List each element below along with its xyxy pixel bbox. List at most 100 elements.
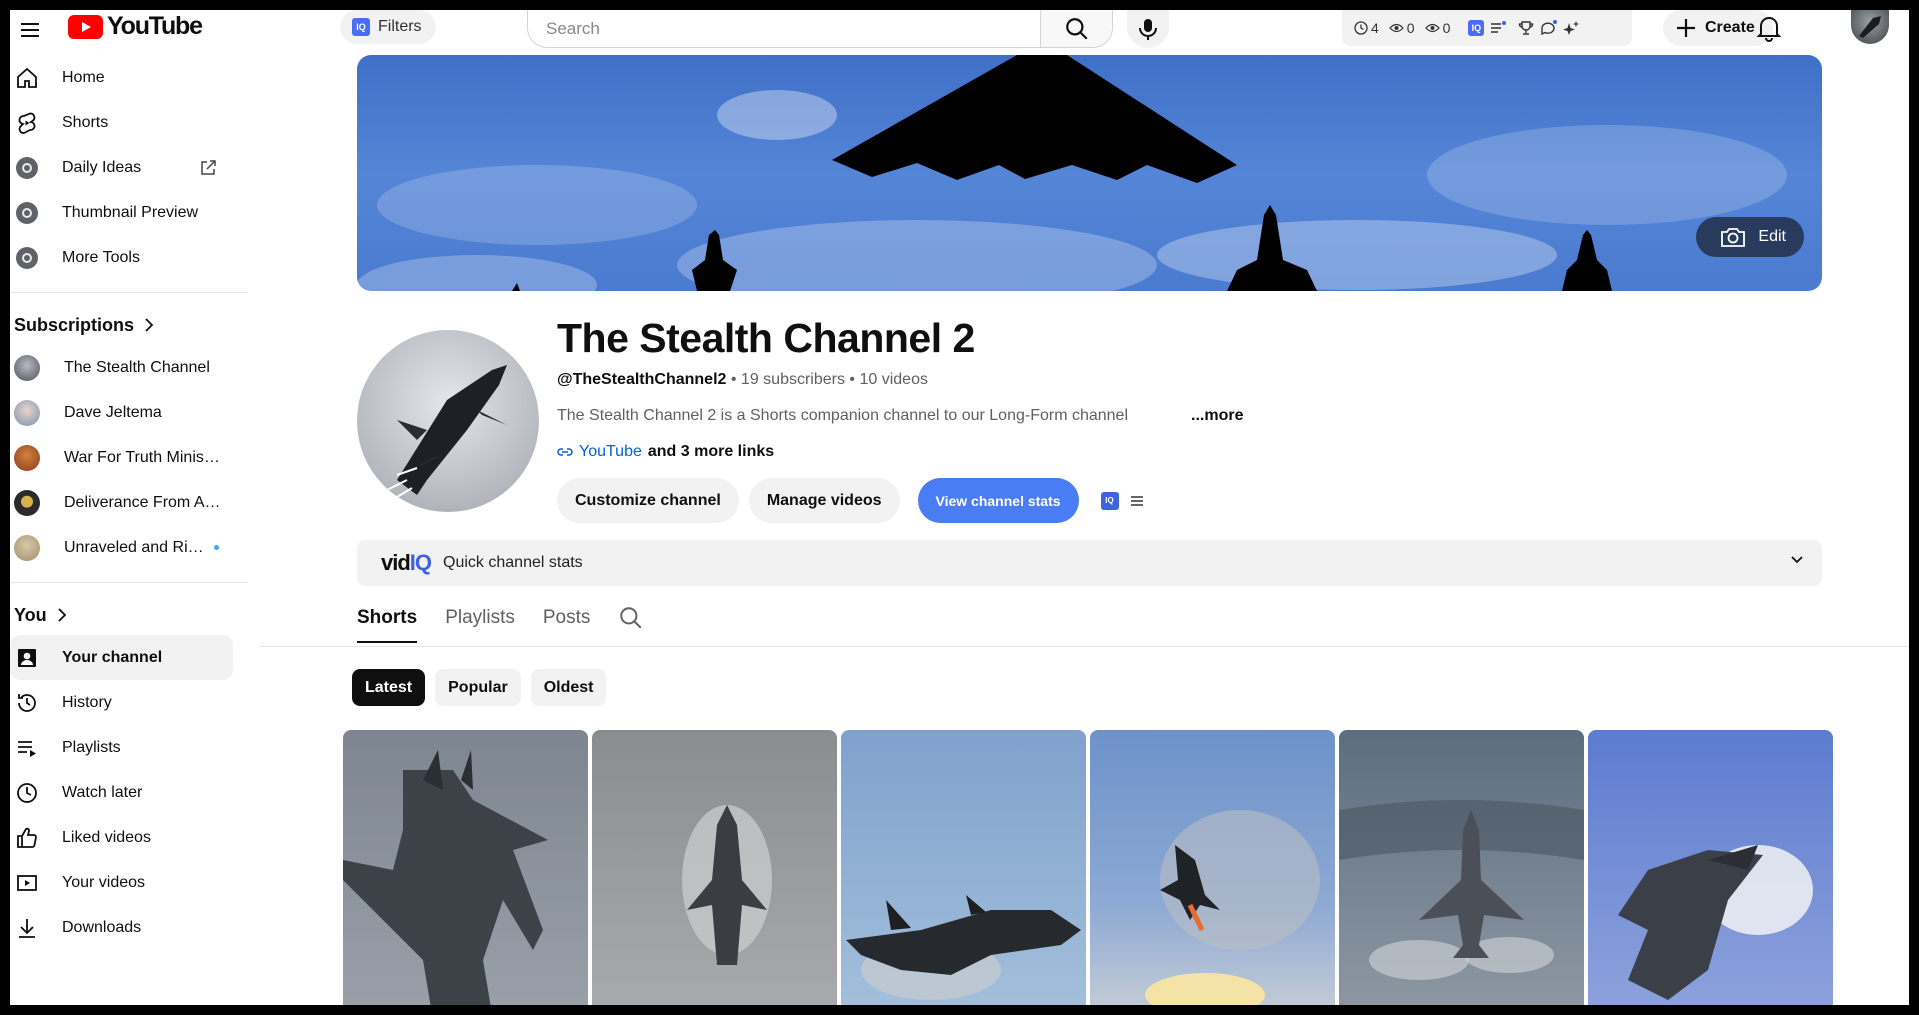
chevron-down-icon[interactable] — [1790, 555, 1804, 565]
sidebar-main-section: Home Shorts Daily Ideas Thumbnail Previe… — [10, 55, 250, 280]
youtube-logo[interactable]: YouTube — [68, 12, 203, 41]
sidebar-item-home[interactable]: Home — [10, 55, 233, 100]
channel-avatar-large[interactable] — [357, 330, 539, 512]
guide-menu-button[interactable] — [14, 14, 46, 46]
vidiq-icon[interactable]: IQ — [1468, 20, 1485, 36]
channel-actions: Customize channel Manage videos View cha… — [557, 478, 1145, 523]
notifications-button[interactable] — [1756, 14, 1782, 42]
sidebar-item-label: More Tools — [62, 248, 140, 266]
jet-icon — [1859, 16, 1881, 38]
vidiq-icon[interactable]: IQ — [1100, 491, 1119, 510]
vidiq-clock-stat[interactable]: 4 — [1354, 20, 1379, 36]
chat-icon[interactable] — [1540, 20, 1558, 36]
sidebar-subscription-item[interactable]: Dave Jeltema — [10, 390, 233, 435]
sidebar-divider — [10, 582, 248, 583]
tab-posts[interactable]: Posts — [543, 607, 591, 643]
vidiq-logo: vidIQ — [381, 550, 432, 575]
sidebar-item-your-channel[interactable]: Your channel — [10, 635, 233, 680]
tab-playlists[interactable]: Playlists — [445, 607, 515, 643]
sidebar-item-playlists[interactable]: Playlists — [10, 725, 233, 770]
guide-sidebar: Home Shorts Daily Ideas Thumbnail Previe… — [10, 55, 250, 950]
trophy-icon[interactable] — [1518, 20, 1534, 36]
sparkle-icon[interactable] — [1563, 20, 1580, 36]
more-links-button[interactable]: and 3 more links — [648, 443, 774, 461]
vidiq-views-stat-2[interactable]: 0 — [1424, 20, 1450, 36]
sidebar-item-watch-later[interactable]: Watch later — [10, 770, 233, 815]
sidebar-item-liked-videos[interactable]: Liked videos — [10, 815, 233, 860]
chip-oldest[interactable]: Oldest — [530, 669, 607, 706]
vidiq-toolbar: 4 0 0 IQ — [1342, 10, 1632, 46]
banner-image — [357, 55, 1787, 291]
sidebar-item-label: The Stealth Channel — [64, 358, 210, 376]
account-avatar-button[interactable] — [1851, 10, 1889, 44]
sidebar-subscription-item[interactable]: War For Truth Minis… — [10, 435, 233, 480]
chevron-right-icon — [58, 608, 66, 622]
channel-handle: @TheStealthChannel2 — [557, 371, 727, 388]
microphone-icon — [1139, 19, 1157, 40]
sidebar-item-thumbnail-preview[interactable]: Thumbnail Preview — [10, 190, 233, 235]
short-thumbnail[interactable] — [841, 730, 1086, 1005]
channel-avatar — [14, 399, 40, 426]
tab-shorts[interactable]: Shorts — [357, 607, 418, 643]
vidiq-icon — [14, 200, 40, 226]
sidebar-item-label: Thumbnail Preview — [62, 203, 199, 221]
vidiq-filters-button[interactable]: IQ Filters — [340, 10, 436, 44]
new-content-dot — [213, 545, 219, 550]
edit-banner-button[interactable]: Edit — [1696, 217, 1804, 257]
channel-avatar — [14, 534, 40, 561]
short-thumbnail[interactable] — [343, 730, 588, 1005]
download-icon — [14, 915, 40, 941]
sidebar-item-label: History — [62, 693, 112, 711]
filters-label: Filters — [378, 18, 422, 35]
sidebar-item-shorts[interactable]: Shorts — [10, 100, 233, 145]
plus-icon — [1677, 19, 1695, 37]
your-videos-icon — [14, 870, 40, 896]
sidebar-item-your-videos[interactable]: Your videos — [10, 860, 233, 905]
sidebar-item-label: War For Truth Minis… — [64, 448, 220, 466]
video-count: 10 videos — [859, 371, 928, 388]
sidebar-item-daily-ideas[interactable]: Daily Ideas — [10, 145, 233, 190]
short-thumbnail[interactable] — [1339, 730, 1584, 1005]
manage-videos-button[interactable]: Manage videos — [748, 478, 900, 523]
you-heading[interactable]: You — [10, 595, 250, 635]
short-thumbnail[interactable] — [592, 730, 837, 1005]
description-more-button[interactable]: ...more — [1191, 407, 1243, 425]
list-menu-icon[interactable] — [1129, 494, 1145, 508]
sidebar-item-label: Deliverance From A… — [64, 493, 221, 511]
chip-popular[interactable]: Popular — [435, 669, 521, 706]
view-channel-stats-button[interactable]: View channel stats — [917, 478, 1079, 523]
clock-icon — [1354, 21, 1368, 35]
search-button[interactable] — [1040, 10, 1112, 47]
chevron-right-icon — [145, 318, 154, 332]
short-thumbnail[interactable] — [1588, 730, 1833, 1005]
vidiq-views-stat[interactable]: 0 — [1388, 20, 1415, 36]
channel-tabs: Shorts Playlists Posts — [357, 607, 644, 643]
meta-separator: • — [849, 371, 856, 388]
eye-icon — [1424, 23, 1440, 33]
voice-search-button[interactable] — [1127, 10, 1169, 48]
sidebar-item-history[interactable]: History — [10, 680, 233, 725]
vidiq-quick-stats-panel[interactable]: vidIQ Quick channel stats — [357, 540, 1822, 586]
short-thumbnail[interactable] — [1090, 730, 1335, 1005]
search-icon[interactable] — [618, 605, 644, 631]
list-icon[interactable] — [1490, 21, 1507, 35]
channel-description[interactable]: The Stealth Channel 2 is a Shorts compan… — [557, 407, 1128, 425]
link-icon — [557, 448, 573, 456]
jet-thumbnail — [846, 895, 1081, 1000]
sidebar-subscription-item[interactable]: Deliverance From A… — [10, 480, 233, 525]
sidebar-item-label: Daily Ideas — [62, 158, 142, 176]
chip-latest[interactable]: Latest — [352, 669, 426, 706]
jet-thumbnail — [343, 750, 548, 1005]
sidebar-item-label: Dave Jeltema — [64, 403, 162, 421]
like-icon — [14, 825, 40, 851]
sidebar-subscription-item[interactable]: Unraveled and Ri… — [10, 525, 233, 570]
search-input[interactable] — [528, 10, 1040, 47]
jet-icon — [386, 365, 507, 501]
vidiq-icon: IQ — [352, 18, 370, 36]
customize-channel-button[interactable]: Customize channel — [557, 478, 739, 523]
channel-link-youtube[interactable]: YouTube — [579, 443, 642, 461]
sidebar-subscription-item[interactable]: The Stealth Channel — [10, 345, 233, 390]
subscriptions-heading[interactable]: Subscriptions — [10, 305, 250, 345]
sidebar-item-downloads[interactable]: Downloads — [10, 905, 233, 950]
sidebar-item-more-tools[interactable]: More Tools — [10, 235, 233, 280]
